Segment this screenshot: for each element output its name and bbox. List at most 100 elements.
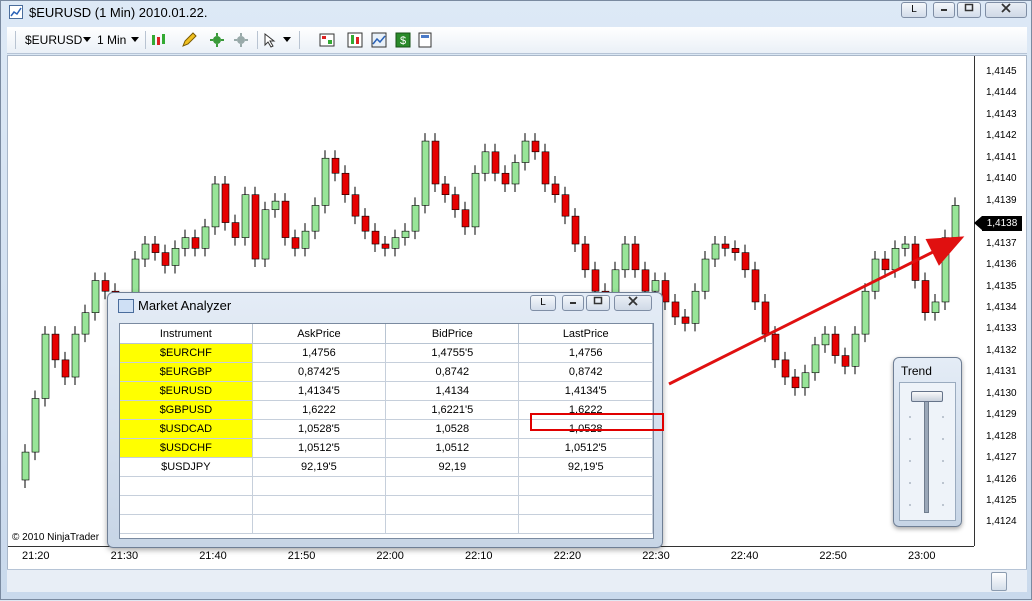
candle-body [481, 151, 490, 174]
chevron-down-icon[interactable] [283, 37, 291, 43]
y-axis-tick-label: 1,4133 [986, 323, 1017, 335]
cursor-icon[interactable] [263, 32, 279, 48]
minimize-icon [570, 302, 576, 304]
x-axis-tick-label: 21:50 [287, 550, 316, 562]
candle-body [711, 243, 720, 260]
bid-price-cell[interactable]: 0,8742 [385, 362, 520, 382]
instrument-cell[interactable]: $USDCHF [120, 438, 253, 458]
maximize-button[interactable] [957, 2, 981, 18]
empty-cell[interactable] [120, 514, 253, 534]
empty-cell[interactable] [252, 476, 387, 496]
trend-window[interactable]: Trend [893, 357, 962, 527]
data-box-icon[interactable] [319, 32, 335, 48]
empty-cell[interactable] [518, 514, 653, 534]
table-row[interactable]: $USDCHF 1,0512'5 1,0512 1,0512'5 [120, 438, 653, 458]
empty-cell[interactable] [385, 476, 520, 496]
ma-maximize-button[interactable] [586, 295, 610, 311]
empty-cell[interactable] [518, 476, 653, 496]
y-axis-tick-label: 1,4139 [986, 194, 1017, 206]
toolbar-separator [145, 31, 146, 49]
ask-price-cell[interactable]: 1,6222 [252, 400, 387, 420]
instrument-selector[interactable]: $EURUSD [25, 31, 82, 49]
table-row[interactable]: $EURUSD 1,4134'5 1,4134 1,4134'5 [120, 381, 653, 401]
close-icon [1001, 3, 1011, 13]
chart-trader-icon[interactable] [371, 32, 387, 48]
empty-cell[interactable] [252, 514, 387, 534]
bar-type-icon[interactable] [151, 32, 167, 48]
empty-cell[interactable] [120, 495, 253, 515]
properties-icon[interactable] [347, 32, 363, 48]
candle-body [261, 209, 270, 260]
empty-cell[interactable] [518, 495, 653, 515]
ask-price-cell[interactable]: 1,4134'5 [252, 381, 387, 401]
empty-table-row[interactable] [120, 495, 653, 515]
candle-body [231, 222, 240, 238]
instrument-cell[interactable]: $EURGBP [120, 362, 253, 382]
column-header-bidprice[interactable]: BidPrice [385, 324, 520, 344]
interval-selector[interactable]: 1 Min [97, 31, 126, 49]
ma-close-button[interactable] [614, 295, 652, 311]
scrollbar-thumb[interactable] [991, 572, 1007, 591]
display-icon[interactable] [417, 32, 433, 48]
close-button[interactable] [985, 2, 1027, 18]
market-analyzer-window[interactable]: Market Analyzer L Instrument AskPrice BidP… [107, 292, 664, 548]
instrument-cell[interactable]: $USDJPY [120, 457, 253, 477]
strategy-icon[interactable] [233, 32, 249, 48]
ma-link-button[interactable]: L [530, 295, 556, 311]
dollar-icon[interactable]: $ [395, 32, 411, 48]
last-price-cell[interactable]: 1,4134'5 [518, 381, 653, 401]
minimize-button[interactable] [933, 2, 955, 18]
empty-cell[interactable] [385, 514, 520, 534]
empty-table-row[interactable] [120, 476, 653, 496]
column-header-lastprice[interactable]: LastPrice [518, 324, 653, 344]
chevron-down-icon[interactable] [83, 37, 91, 43]
title-bar[interactable]: $EURUSD (1 Min) 2010.01.22. L [1, 1, 1031, 25]
empty-cell[interactable] [385, 495, 520, 515]
ask-price-cell[interactable]: 0,8742'5 [252, 362, 387, 382]
ask-price-cell[interactable]: 1,4756 [252, 343, 387, 363]
candle-body [841, 355, 850, 367]
last-price-cell[interactable]: 92,19'5 [518, 457, 653, 477]
market-analyzer-grid[interactable]: Instrument AskPrice BidPrice LastPrice $EUR… [119, 323, 664, 539]
drawing-pencil-icon[interactable] [181, 32, 197, 48]
instrument-cell[interactable]: $EURCHF [120, 343, 253, 363]
table-row[interactable]: $EURCHF 1,4756 1,4755'5 1,4756 [120, 343, 653, 363]
bid-price-cell[interactable]: 92,19 [385, 457, 520, 477]
ma-minimize-button[interactable] [562, 295, 584, 311]
x-axis-tick-label: 22:10 [465, 550, 493, 562]
candle-body [791, 376, 800, 389]
chevron-down-icon[interactable] [131, 37, 139, 43]
empty-cell[interactable] [120, 476, 253, 496]
horizontal-scrollbar[interactable] [7, 569, 1027, 592]
empty-table-row[interactable] [120, 514, 653, 534]
minimize-icon [941, 9, 947, 11]
bid-price-cell[interactable]: 1,0512 [385, 438, 520, 458]
instrument-cell[interactable]: $USDCAD [120, 419, 253, 439]
candle-body [281, 200, 290, 238]
column-header-instrument[interactable]: Instrument [120, 324, 253, 344]
link-button[interactable]: L [901, 2, 927, 18]
candle-body [141, 243, 150, 260]
bid-price-cell[interactable]: 1,0528 [385, 419, 520, 439]
bid-price-cell[interactable]: 1,4755'5 [385, 343, 520, 363]
candle-body [931, 301, 940, 313]
column-header-askprice[interactable]: AskPrice [252, 324, 387, 344]
add-indicator-icon[interactable] [209, 32, 225, 48]
bid-price-cell[interactable]: 1,6221'5 [385, 400, 520, 420]
candle-body [191, 237, 200, 249]
candle-body [911, 243, 920, 281]
table-row[interactable]: $EURGBP 0,8742'5 0,8742 0,8742 [120, 362, 653, 382]
bid-price-cell[interactable]: 1,4134 [385, 381, 520, 401]
table-row[interactable]: $USDJPY 92,19'5 92,19 92,19'5 [120, 457, 653, 477]
last-price-cell[interactable]: 1,4756 [518, 343, 653, 363]
candle-body [681, 316, 690, 324]
ask-price-cell[interactable]: 92,19'5 [252, 457, 387, 477]
empty-cell[interactable] [252, 495, 387, 515]
instrument-cell[interactable]: $EURUSD [120, 381, 253, 401]
last-price-cell[interactable]: 0,8742 [518, 362, 653, 382]
instrument-cell[interactable]: $GBPUSD [120, 400, 253, 420]
ask-price-cell[interactable]: 1,0528'5 [252, 419, 387, 439]
ask-price-cell[interactable]: 1,0512'5 [252, 438, 387, 458]
candle-body [731, 248, 740, 253]
last-price-cell[interactable]: 1,0512'5 [518, 438, 653, 458]
